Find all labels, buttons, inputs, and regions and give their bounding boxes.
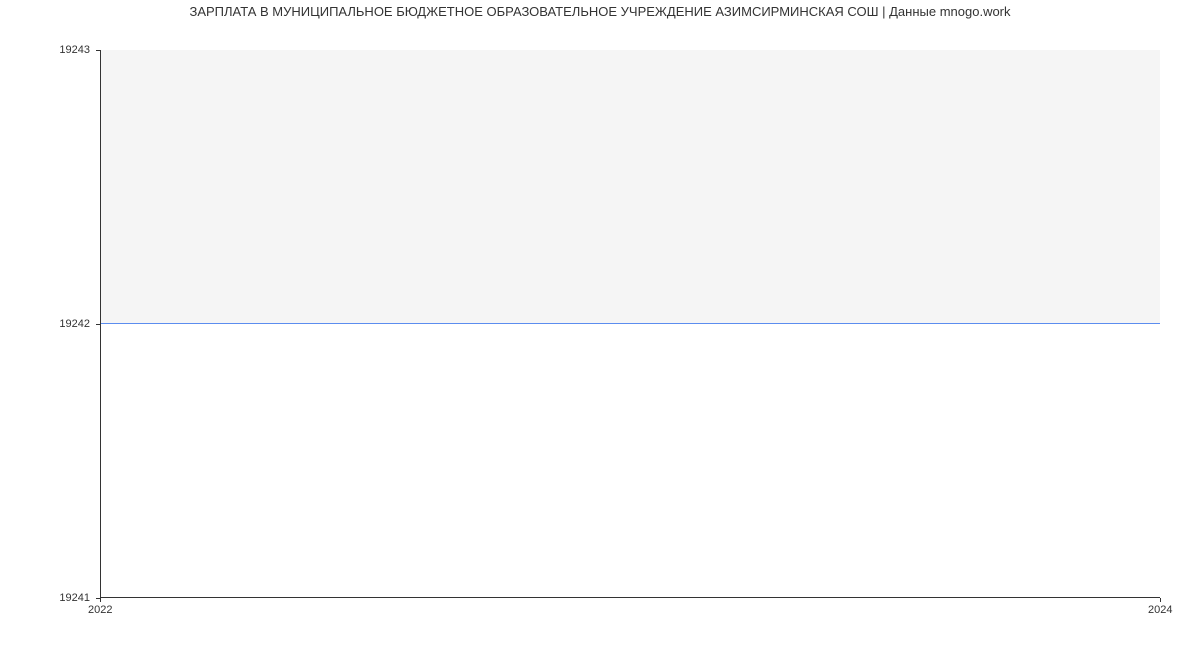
x-tick-label-right: 2024: [1148, 604, 1172, 616]
x-tick-right: [1160, 598, 1161, 602]
y-tick-label-mid: 19242: [0, 318, 90, 330]
chart-container: ЗАРПЛАТА В МУНИЦИПАЛЬНОЕ БЮДЖЕТНОЕ ОБРАЗ…: [0, 0, 1200, 650]
x-tick-left: [100, 598, 101, 602]
plot-area: [100, 50, 1160, 598]
y-tick-label-top: 19243: [0, 44, 90, 56]
data-line: [101, 323, 1160, 324]
gridline-mid: [101, 324, 1160, 325]
chart-title: ЗАРПЛАТА В МУНИЦИПАЛЬНОЕ БЮДЖЕТНОЕ ОБРАЗ…: [0, 4, 1200, 19]
plot-lower-mask: [101, 324, 1160, 598]
x-tick-label-left: 2022: [88, 604, 112, 616]
y-tick-label-bottom: 19241: [0, 592, 90, 604]
